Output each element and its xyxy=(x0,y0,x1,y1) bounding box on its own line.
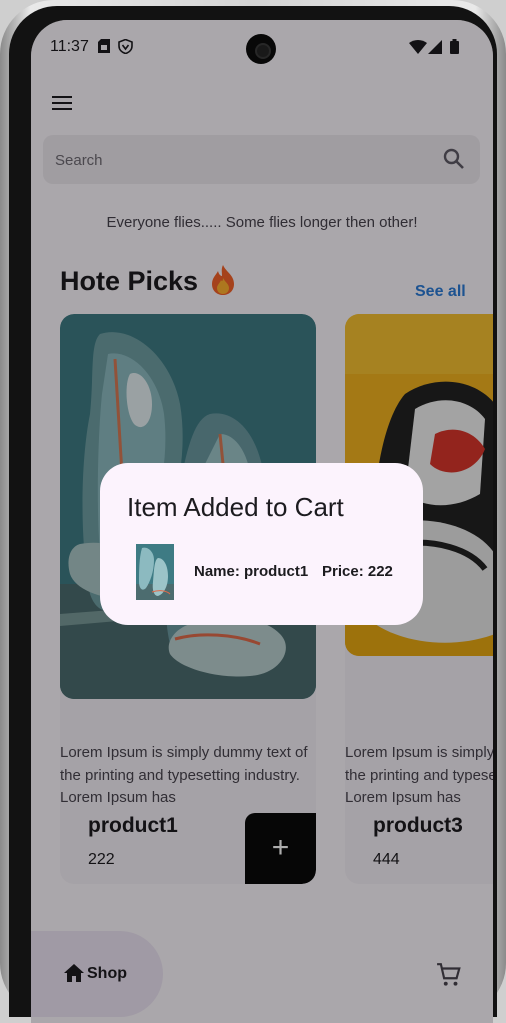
dialog-product-price: Price: 222 xyxy=(322,563,393,580)
phone-frame: 11:37 Search Everyone flies..... Some fl… xyxy=(0,0,506,1023)
added-to-cart-dialog: Item Added to Cart Name: product1 Price:… xyxy=(100,463,423,625)
dialog-title: Item Added to Cart xyxy=(127,492,344,522)
dialog-product-name: Name: product1 xyxy=(194,563,309,580)
phone-bezel: 11:37 Search Everyone flies..... Some fl… xyxy=(9,6,497,1023)
app-screen: 11:37 Search Everyone flies..... Some fl… xyxy=(31,20,493,1023)
product-thumbnail xyxy=(136,544,174,600)
